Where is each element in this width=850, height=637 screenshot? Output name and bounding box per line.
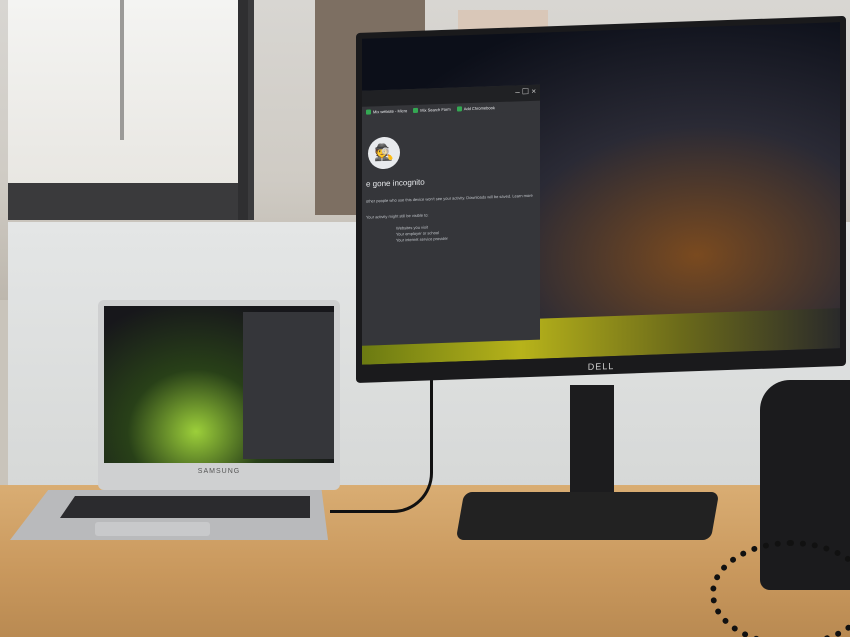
bookmark-icon [413,107,419,114]
window-shelf [8,183,248,220]
bookmark-item[interactable]: Mix Search Form [413,106,451,114]
visible-to-label: Your activity might still be visible to: [366,212,429,220]
incognito-browser-window[interactable]: – ☐ × Mix website - Micro Mix Search For… [362,84,540,346]
laptop-browser-window[interactable] [243,312,334,459]
incognito-headline: e gone incognito [366,177,425,189]
laptop-screen [104,306,334,463]
monitor-screen: – ☐ × Mix website - Micro Mix Search For… [362,22,840,365]
bookmark-item[interactable]: Add Chromebook [456,105,495,112]
laptop-brand-logo: SAMSUNG [197,468,241,475]
bookmark-label: Add Chromebook [463,105,495,112]
external-monitor: – ☐ × Mix website - Micro Mix Search For… [356,15,846,383]
bookmark-icon [366,109,371,115]
incognito-icon: 🕵 [368,136,400,170]
bookmark-item[interactable]: Mix website - Micro [366,108,408,115]
monitor-brand-logo: DELL [587,360,615,372]
window-pillar [238,0,248,220]
bookmark-icon [456,106,462,112]
window-mullion [120,0,124,140]
monitor-stand-neck [570,385,614,500]
bookmark-label: Mix website - Micro [373,108,408,115]
laptop-trackpad[interactable] [95,522,210,536]
visible-list: Websites you visit Your employer or scho… [396,221,536,244]
incognito-intro: other people who use this device won't s… [366,192,533,204]
monitor-stand-base [455,492,720,540]
laptop-lid: SAMSUNG [98,300,340,490]
photo-scene: – ☐ × Mix website - Micro Mix Search For… [0,0,850,637]
usb-c-cable [330,380,433,513]
window-controls[interactable]: – ☐ × [515,87,536,97]
bookmark-label: Mix Search Form [420,106,451,113]
laptop-keyboard[interactable] [60,496,310,518]
